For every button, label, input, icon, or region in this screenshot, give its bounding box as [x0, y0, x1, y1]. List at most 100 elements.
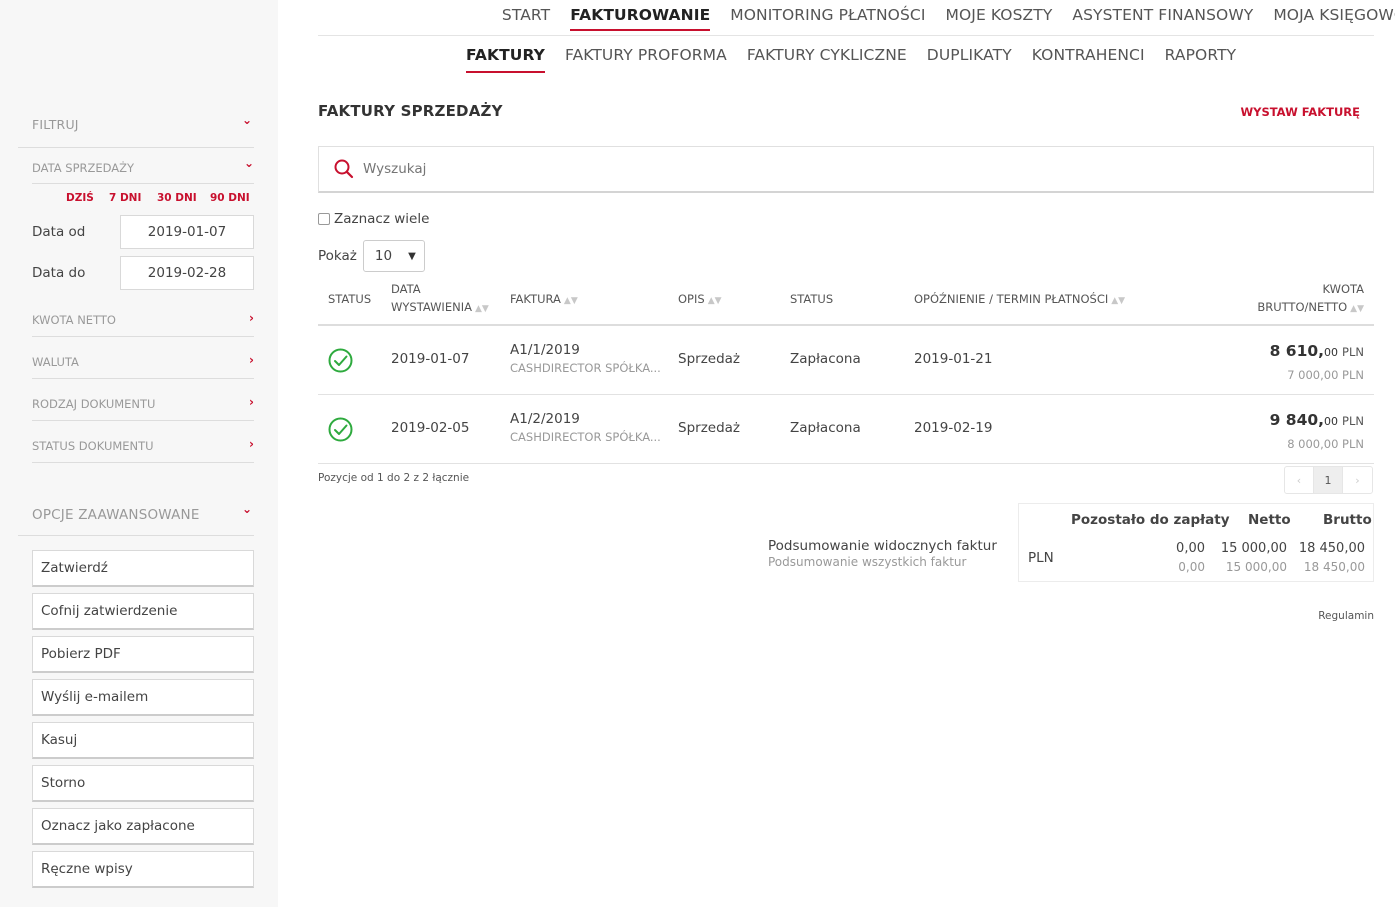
summary-all-label: Podsumowanie wszystkich faktur [768, 555, 967, 569]
date-to-label: Data do [32, 265, 86, 281]
row-gross-dec: 00 [1324, 346, 1339, 359]
nav-start[interactable]: START [492, 6, 560, 30]
row-status: Zapłacona [790, 420, 861, 436]
summary-visible-label: Podsumowanie widocznych faktur [768, 538, 997, 554]
invoices-table: STATUS DATA WYSTAWIENIA ▲▼ FAKTURA ▲▼ OPIS… [318, 278, 1374, 464]
sort-icon: ▲▼ [474, 304, 489, 314]
header-amount[interactable]: KWOTA BRUTTO/NETTO ▲▼ [1257, 280, 1364, 318]
filter-sale-date-label: DATA SPRZEDAŻY [32, 161, 135, 175]
row-invoice-number[interactable]: A1/2/2019 [510, 411, 661, 427]
terms-link[interactable]: Regulamin [1318, 610, 1374, 622]
quick-today[interactable]: DZIŚ [66, 192, 94, 204]
header-date-line2: WYSTAWIENIA [391, 300, 472, 314]
row-gross-dec: 00 [1324, 415, 1339, 428]
quick-7-days[interactable]: 7 DNI [109, 192, 141, 204]
table-header: STATUS DATA WYSTAWIENIA ▲▼ FAKTURA ▲▼ OPIS… [318, 278, 1374, 326]
chevron-down-icon: ⌄ [243, 156, 254, 170]
row-due-date: 2019-02-19 [914, 420, 993, 436]
row-invoice-cell: A1/2/2019 CASHDIRECTOR SPÓŁKA... [510, 411, 661, 444]
table-row[interactable]: 2019-02-05 A1/2/2019 CASHDIRECTOR SPÓŁKA… [318, 395, 1374, 464]
row-currency: PLN [1342, 414, 1364, 428]
subnav-contractors[interactable]: KONTRAHENCI [1022, 46, 1155, 72]
quick-30-days[interactable]: 30 DNI [157, 192, 197, 204]
select-many-label: Zaznacz wiele [334, 211, 430, 227]
filter-currency[interactable]: WALUTA › [32, 353, 254, 379]
page-size-label: Pokaż [318, 248, 357, 264]
subnav-reports[interactable]: RAPORTY [1155, 46, 1247, 72]
date-to-input[interactable]: 2019-02-28 [120, 256, 254, 290]
date-from-label: Data od [32, 224, 86, 240]
page-size-value: 10 [374, 248, 393, 264]
page-button-current[interactable]: 1 [1314, 467, 1343, 493]
sort-icon: ▲▼ [707, 296, 722, 306]
summary-all-gross: 18 450,00 [1303, 560, 1365, 574]
chevron-down-icon: ⌄ [241, 113, 252, 127]
filter-document-status-label: STATUS DOKUMENTU [32, 439, 154, 453]
main-nav: START FAKTUROWANIE MONITORING PŁATNOŚCI … [318, 0, 1395, 36]
sort-icon: ▲▼ [1111, 296, 1126, 306]
mark-paid-button[interactable]: Oznacz jako zapłacone [32, 808, 254, 845]
header-description-label: OPIS [678, 292, 705, 306]
send-email-button[interactable]: Wyślij e-mailem [32, 679, 254, 716]
sub-nav: FAKTURY FAKTURY PROFORMA FAKTURY CYKLICZ… [456, 46, 1247, 73]
subnav-duplicates[interactable]: DUPLIKATY [917, 46, 1022, 72]
filter-sale-date[interactable]: DATA SPRZEDAŻY ⌄ [32, 156, 254, 184]
header-date[interactable]: DATA WYSTAWIENIA ▲▼ [391, 280, 489, 318]
row-amount: 8 610,00 PLN 7 000,00 PLN [1270, 342, 1364, 382]
filter-section-header[interactable]: FILTRUJ ⌄ [18, 113, 254, 148]
header-description[interactable]: OPIS ▲▼ [678, 290, 722, 310]
filter-net-amount[interactable]: KWOTA NETTO › [32, 311, 254, 337]
header-delay[interactable]: OPÓŹNIENIE / TERMIN PŁATNOŚCI ▲▼ [914, 290, 1125, 310]
date-from-input[interactable]: 2019-01-07 [120, 215, 254, 249]
summary-visible-remaining: 0,00 [1176, 541, 1205, 556]
quick-90-days[interactable]: 90 DNI [210, 192, 250, 204]
nav-invoicing[interactable]: FAKTUROWANIE [560, 6, 720, 31]
summary-currency: PLN [1028, 550, 1054, 566]
header-invoice[interactable]: FAKTURA ▲▼ [510, 290, 578, 310]
nav-my-costs[interactable]: MOJE KOSZTY [936, 6, 1063, 30]
sidebar: FILTRUJ ⌄ DATA SPRZEDAŻY ⌄ DZIŚ 7 DNI 30… [0, 0, 278, 907]
select-many[interactable]: Zaznacz wiele [318, 211, 429, 227]
row-invoice-number[interactable]: A1/1/2019 [510, 342, 661, 358]
summary-labels: Podsumowanie widocznych faktur Podsumowa… [768, 538, 997, 569]
sort-icon: ▲▼ [1350, 304, 1364, 314]
search-box[interactable] [318, 146, 1374, 193]
undo-approve-button[interactable]: Cofnij zatwierdzenie [32, 593, 254, 630]
paid-check-icon [328, 348, 353, 373]
download-pdf-button[interactable]: Pobierz PDF [32, 636, 254, 673]
subnav-recurring[interactable]: FAKTURY CYKLICZNE [737, 46, 917, 72]
header-status-icon[interactable]: STATUS [328, 290, 371, 308]
approve-button[interactable]: Zatwierdź [32, 550, 254, 587]
header-amount-line2: BRUTTO/NETTO [1257, 300, 1348, 314]
storno-button[interactable]: Storno [32, 765, 254, 802]
row-gross-int: 8 610, [1269, 342, 1325, 360]
advanced-title: OPCJE ZAAWANSOWANE [32, 507, 200, 523]
nav-my-accounting[interactable]: MOJA KSIĘGOWOŚĆ [1263, 6, 1395, 30]
filter-net-amount-label: KWOTA NETTO [32, 313, 116, 327]
page-size-select[interactable]: 10 ▼ [362, 240, 425, 272]
row-client: CASHDIRECTOR SPÓŁKA... [510, 361, 661, 375]
summary-all-net: 15 000,00 [1225, 560, 1287, 574]
manual-entries-button[interactable]: Ręczne wpisy [32, 851, 254, 888]
table-row[interactable]: 2019-01-07 A1/1/2019 CASHDIRECTOR SPÓŁKA… [318, 326, 1374, 395]
filter-document-status[interactable]: STATUS DOKUMENTU › [32, 437, 254, 463]
nav-financial-assistant[interactable]: ASYSTENT FINANSOWY [1062, 6, 1263, 30]
select-many-checkbox[interactable] [318, 213, 330, 225]
row-client: CASHDIRECTOR SPÓŁKA... [510, 430, 661, 444]
row-amount: 9 840,00 PLN 8 000,00 PLN [1270, 411, 1364, 451]
row-gross-int: 9 840, [1269, 411, 1325, 429]
nav-payment-monitoring[interactable]: MONITORING PŁATNOŚCI [720, 6, 935, 30]
issue-invoice-button[interactable]: WYSTAW FAKTURĘ [1240, 105, 1360, 119]
next-page-button[interactable]: › [1343, 467, 1372, 493]
subnav-proforma[interactable]: FAKTURY PROFORMA [555, 46, 737, 72]
pagination-info: Pozycje od 1 do 2 z 2 łącznie [318, 472, 470, 484]
chevron-right-icon: › [249, 311, 254, 325]
search-input[interactable] [363, 161, 1263, 177]
prev-page-button[interactable]: ‹ [1285, 467, 1314, 493]
filter-document-type[interactable]: RODZAJ DOKUMENTU › [32, 395, 254, 421]
header-invoice-label: FAKTURA [510, 292, 561, 306]
subnav-invoices[interactable]: FAKTURY [456, 46, 555, 73]
delete-button[interactable]: Kasuj [32, 722, 254, 759]
advanced-section-header[interactable]: OPCJE ZAAWANSOWANE ⌄ [18, 502, 254, 536]
header-status[interactable]: STATUS [790, 290, 833, 308]
